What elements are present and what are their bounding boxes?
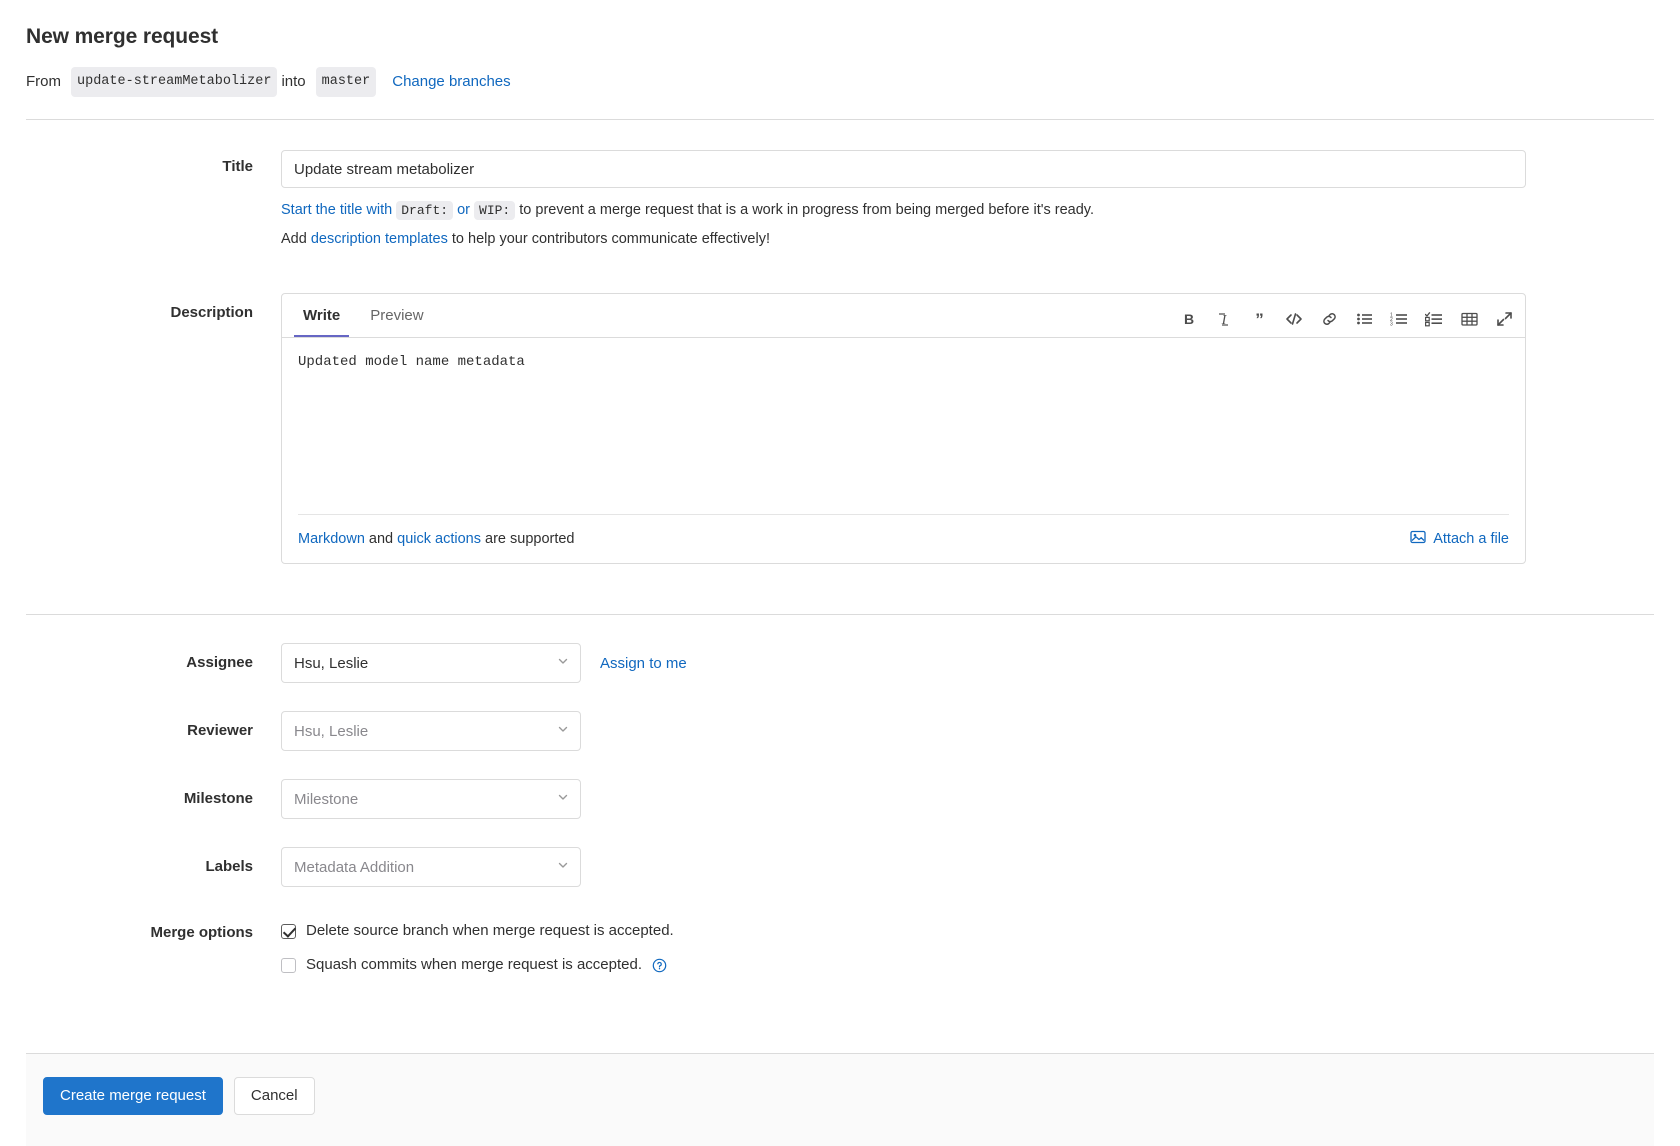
milestone-select[interactable]: Milestone [281,779,581,819]
squash-commits-label: Squash commits when merge request is acc… [306,956,642,973]
task-list-icon[interactable] [1425,310,1443,328]
title-hint-draft: Start the title with Draft: or WIP: to p… [281,200,1654,221]
description-row: Description Write Preview B I ” 1 2 3 Up… [26,293,1654,564]
milestone-label: Milestone [183,790,253,807]
markdown-link[interactable]: Markdown [298,531,365,547]
milestone-select-wrap: Milestone [281,779,581,819]
delete-source-branch-checkbox[interactable] [281,923,296,939]
hint-or: or [457,202,470,218]
assignee-select[interactable]: Hsu, Leslie [281,643,581,683]
image-icon [1410,529,1426,549]
fullscreen-icon[interactable] [1495,310,1513,328]
italic-icon[interactable]: I [1215,310,1233,328]
quote-icon[interactable]: ” [1250,310,1268,328]
question-circle-icon[interactable] [652,958,667,973]
svg-text:B: B [1184,311,1194,327]
assignee-label: Assignee [186,654,253,671]
bold-icon[interactable]: B [1180,310,1198,328]
create-merge-request-button[interactable]: Create merge request [43,1077,223,1115]
title-label: Title [222,158,253,175]
code-icon[interactable] [1285,310,1303,328]
page-title: New merge request [26,25,219,48]
footer-and: and [368,531,394,547]
link-icon[interactable] [1320,310,1338,328]
hint-add: Add [281,231,307,247]
title-hint-templates: Add description templates to help your c… [281,229,1654,250]
page-content: New merge request From update-streamMeta… [0,0,1680,976]
hint-code-draft: Draft: [396,201,454,220]
into-label: into [281,73,306,90]
squash-commits-option: Squash commits when merge request is acc… [281,954,1654,976]
source-branch: update-streamMetabolizer [71,67,278,97]
table-icon[interactable] [1460,310,1478,328]
title-input[interactable] [281,150,1526,188]
merge-options-label: Merge options [150,924,253,941]
editor-tabs: Write Preview [282,293,433,337]
form-actions-bar: Create merge request Cancel [26,1053,1654,1146]
reviewer-select-wrap: Hsu, Leslie [281,711,581,751]
description-editor: Write Preview B I ” 1 2 3 Updated model … [281,293,1526,564]
description-templates-link[interactable]: description templates [311,231,448,247]
tab-write[interactable]: Write [294,307,350,337]
editor-footer: Markdown and quick actions are supported… [282,515,1525,563]
change-branches-link[interactable]: Change branches [392,70,510,94]
labels-select[interactable]: Metadata Addition [281,847,581,887]
description-textarea[interactable]: Updated model name metadata [282,338,1525,488]
assign-to-me-link[interactable]: Assign to me [600,655,687,672]
assignee-select-wrap: Hsu, Leslie [281,643,581,683]
title-row: Title Start the title with Draft: or WIP… [26,150,1654,250]
reviewer-label: Reviewer [187,722,253,739]
hint-draft-prefix: Start the title with [281,202,393,218]
labels-select-wrap: Metadata Addition [281,847,581,887]
from-label: From [26,73,61,90]
editor-toolbar: B I ” 1 2 3 [1180,310,1513,337]
svg-text:”: ” [1255,311,1264,327]
target-branch: master [315,67,377,97]
reviewer-select[interactable]: Hsu, Leslie [281,711,581,751]
svg-text:3: 3 [1390,322,1393,328]
fields-divider [26,614,1654,615]
numbered-list-icon[interactable]: 123 [1390,310,1408,328]
reviewer-row: Reviewer Hsu, Leslie [26,711,1654,751]
cancel-button[interactable]: Cancel [233,1077,315,1115]
hint-templates-suffix: to help your contributors communicate ef… [451,231,770,247]
description-label: Description [170,304,253,321]
hint-code-wip: WIP: [474,201,516,220]
description-text: Updated model name metadata [298,354,525,370]
footer-suffix: are supported [485,531,575,547]
editor-header: Write Preview B I ” 1 2 3 [282,294,1525,338]
merge-options-row: Merge options Delete source branch when … [26,920,1654,976]
squash-commits-checkbox[interactable] [281,957,296,973]
labels-label: Labels [205,858,253,875]
header-divider [26,119,1654,120]
markdown-support-note: Markdown and quick actions are supported [298,531,575,547]
labels-row: Labels Metadata Addition [26,847,1654,887]
attach-file-button[interactable]: Attach a file [1410,529,1509,549]
branch-summary: From update-streamMetabolizer into maste… [26,67,1654,97]
bullet-list-icon[interactable] [1355,310,1373,328]
delete-source-branch-option: Delete source branch when merge request … [281,920,1654,942]
delete-source-branch-label: Delete source branch when merge request … [306,922,674,939]
milestone-row: Milestone Milestone [26,779,1654,819]
new-merge-request-page: New merge request From update-streamMeta… [0,0,1680,1146]
hint-draft-suffix: to prevent a merge request that is a wor… [519,202,1095,218]
tab-preview[interactable]: Preview [361,307,432,337]
quick-actions-link[interactable]: quick actions [397,531,481,547]
assignee-row: Assignee Hsu, Leslie Assign to me [26,643,1654,683]
attach-file-label: Attach a file [1433,531,1509,547]
